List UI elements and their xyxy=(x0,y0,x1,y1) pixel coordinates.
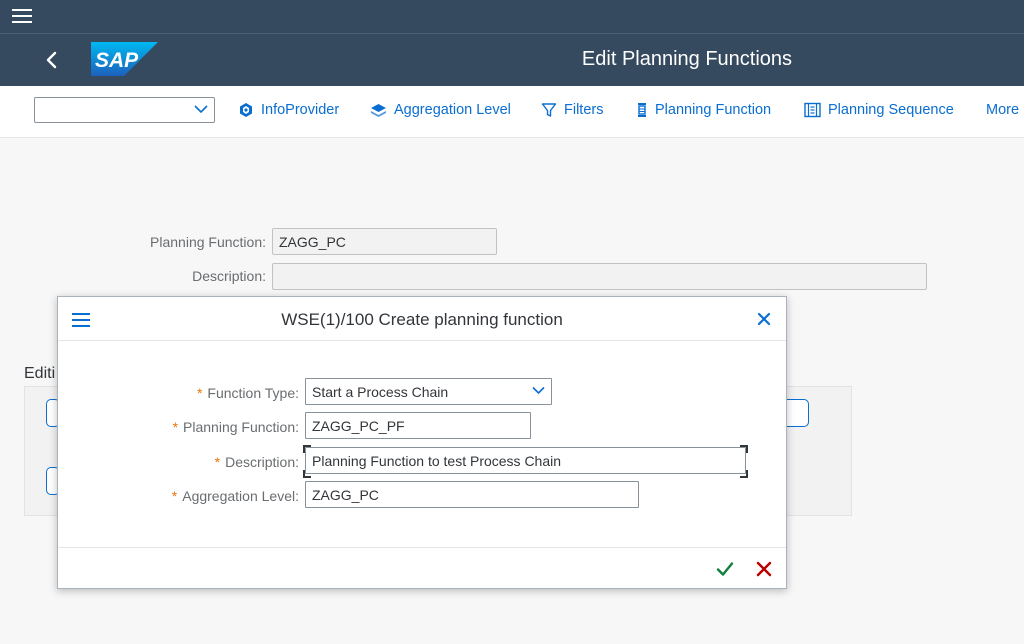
shell-header: SAP Edit Planning Functions xyxy=(0,34,1024,86)
dialog-menu-icon[interactable] xyxy=(72,313,90,327)
planning-function-label: * Planning Function: xyxy=(118,419,299,435)
description-field xyxy=(272,263,927,290)
edit-section-heading: Editi xyxy=(24,365,56,382)
back-button[interactable] xyxy=(38,46,66,74)
create-planning-function-dialog: WSE(1)/100 Create planning function * Fun… xyxy=(57,296,787,589)
aggregation-level-label: * Aggregation Level: xyxy=(118,488,299,504)
required-marker: * xyxy=(196,385,203,401)
toolbar-planning-sequence-button[interactable]: Planning Sequence xyxy=(804,102,954,118)
toolbar-filters-button[interactable]: Filters xyxy=(541,102,603,118)
function-type-label-text: Function Type: xyxy=(207,385,299,401)
planning-function-input[interactable]: ZAGG_PC_PF xyxy=(305,412,531,439)
toolbar-item-label: InfoProvider xyxy=(261,102,340,118)
focus-corner xyxy=(303,470,311,478)
toolbar-infoprovider-button[interactable]: InfoProvider xyxy=(238,102,339,118)
page-title: Edit Planning Functions xyxy=(581,48,793,70)
chevron-down-icon xyxy=(194,105,208,114)
toolbar-select[interactable] xyxy=(34,97,215,123)
focus-corner xyxy=(740,445,748,453)
aggregation-level-input[interactable]: ZAGG_PC xyxy=(305,481,639,508)
description-label: * Description: xyxy=(118,454,299,470)
function-icon xyxy=(638,103,646,117)
cube-icon xyxy=(240,103,252,117)
planning-function-label: Planning Function: xyxy=(150,234,266,250)
toolbar-aggregation-level-button[interactable]: Aggregation Level xyxy=(370,102,511,118)
cancel-icon[interactable] xyxy=(755,560,773,578)
dialog-header: WSE(1)/100 Create planning function xyxy=(58,297,786,341)
required-marker: * xyxy=(171,488,178,504)
toolbar-item-label: Filters xyxy=(564,102,604,118)
planning-function-label-text: Planning Function: xyxy=(183,419,299,435)
sequence-icon xyxy=(804,102,821,118)
toolbar-item-label: More xyxy=(986,102,1020,118)
dialog-footer xyxy=(58,547,786,589)
toolbar-item-label: Aggregation Level xyxy=(394,102,511,118)
description-label-text: Description: xyxy=(225,454,299,470)
function-type-select[interactable]: Start a Process Chain xyxy=(305,378,552,405)
function-type-label: * Function Type: xyxy=(118,385,299,401)
toolbar-more-button[interactable]: More xyxy=(986,102,1019,118)
stack-icon xyxy=(371,104,386,117)
toolbar-item-label: Planning Sequence xyxy=(828,102,954,118)
description-label: Description: xyxy=(192,268,266,284)
toolbar-planning-function-button[interactable]: Planning Function xyxy=(636,102,771,118)
toolbar: InfoProvider Aggregation Level Filters P… xyxy=(0,86,1024,138)
hamburger-menu-icon[interactable] xyxy=(12,9,32,25)
focus-corner xyxy=(740,470,748,478)
checkmark-icon[interactable] xyxy=(716,560,734,578)
required-marker: * xyxy=(172,419,179,435)
function-type-value: Start a Process Chain xyxy=(312,384,449,400)
required-marker: * xyxy=(214,454,221,470)
focus-corner xyxy=(303,445,311,453)
dialog-title: WSE(1)/100 Create planning function xyxy=(281,310,563,329)
planning-function-field: ZAGG_PC xyxy=(272,228,497,255)
filter-icon xyxy=(541,103,557,117)
aggregation-level-label-text: Aggregation Level: xyxy=(182,488,299,504)
description-input[interactable]: Planning Function to test Process Chain xyxy=(305,447,746,474)
sap-logo: SAP xyxy=(91,42,158,76)
shell-top-bar xyxy=(0,0,1024,34)
chevron-down-icon xyxy=(532,386,545,395)
close-icon[interactable] xyxy=(756,311,772,327)
sap-logo-text: SAP xyxy=(95,49,139,72)
chevron-left-icon xyxy=(46,51,57,69)
toolbar-item-label: Planning Function xyxy=(655,102,772,118)
